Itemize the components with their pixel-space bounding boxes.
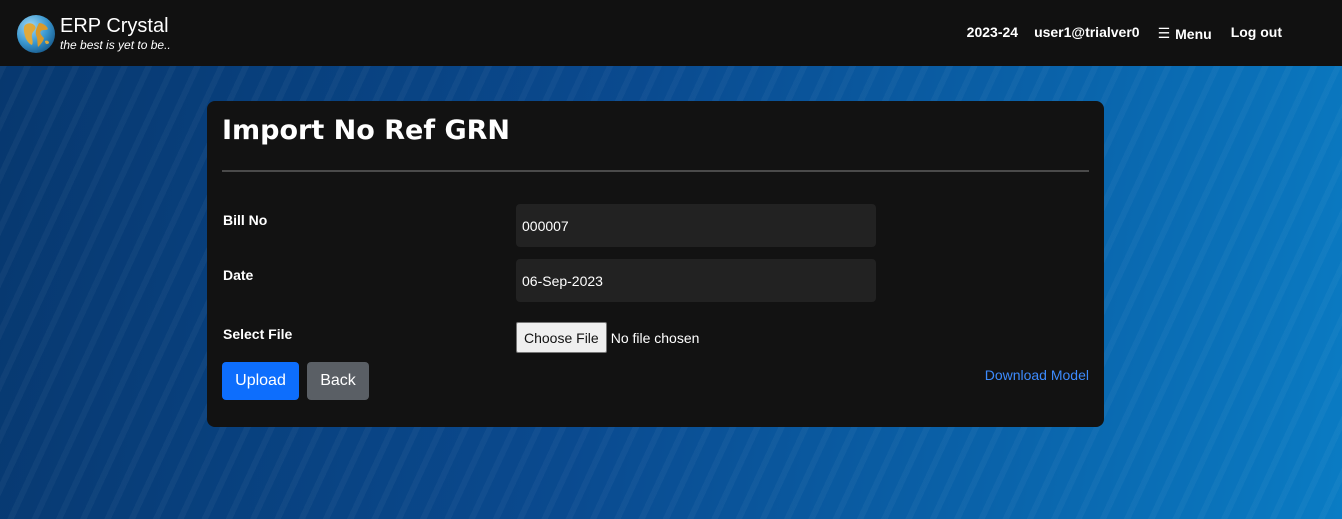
menu-label: Menu — [1175, 25, 1212, 42]
back-button[interactable]: Back — [307, 362, 369, 400]
nav-right: 2023-24 user1@trialver0 ☰ Menu Log out — [967, 21, 1282, 42]
import-form-card: Import No Ref GRN Bill No Date Select Fi… — [207, 101, 1104, 427]
divider — [222, 170, 1089, 172]
date-label: Date — [223, 267, 254, 283]
bill-no-label: Bill No — [223, 212, 268, 228]
choose-file-button[interactable]: Choose File — [516, 322, 607, 353]
select-file-label: Select File — [223, 326, 293, 342]
menu-toggle[interactable]: ☰ Menu — [1158, 25, 1212, 42]
app-tagline: the best is yet to be.. — [60, 37, 171, 52]
page-title: Import No Ref GRN — [222, 115, 511, 146]
brand[interactable]: ERP Crystal the best is yet to be.. — [16, 14, 171, 54]
logout-link[interactable]: Log out — [1231, 24, 1282, 40]
current-user[interactable]: user1@trialver0 — [1034, 24, 1140, 40]
hamburger-icon: ☰ — [1157, 25, 1171, 41]
globe-icon — [17, 15, 55, 53]
file-input[interactable]: Choose File No file chosen — [516, 322, 699, 353]
fiscal-year[interactable]: 2023-24 — [967, 24, 1018, 40]
download-model-link[interactable]: Download Model — [985, 367, 1089, 383]
upload-button[interactable]: Upload — [222, 362, 299, 400]
file-status: No file chosen — [610, 329, 700, 346]
top-navbar: ERP Crystal the best is yet to be.. 2023… — [0, 0, 1342, 66]
date-input[interactable] — [516, 259, 876, 302]
bill-no-input[interactable] — [516, 204, 876, 247]
app-title: ERP Crystal — [60, 14, 169, 37]
